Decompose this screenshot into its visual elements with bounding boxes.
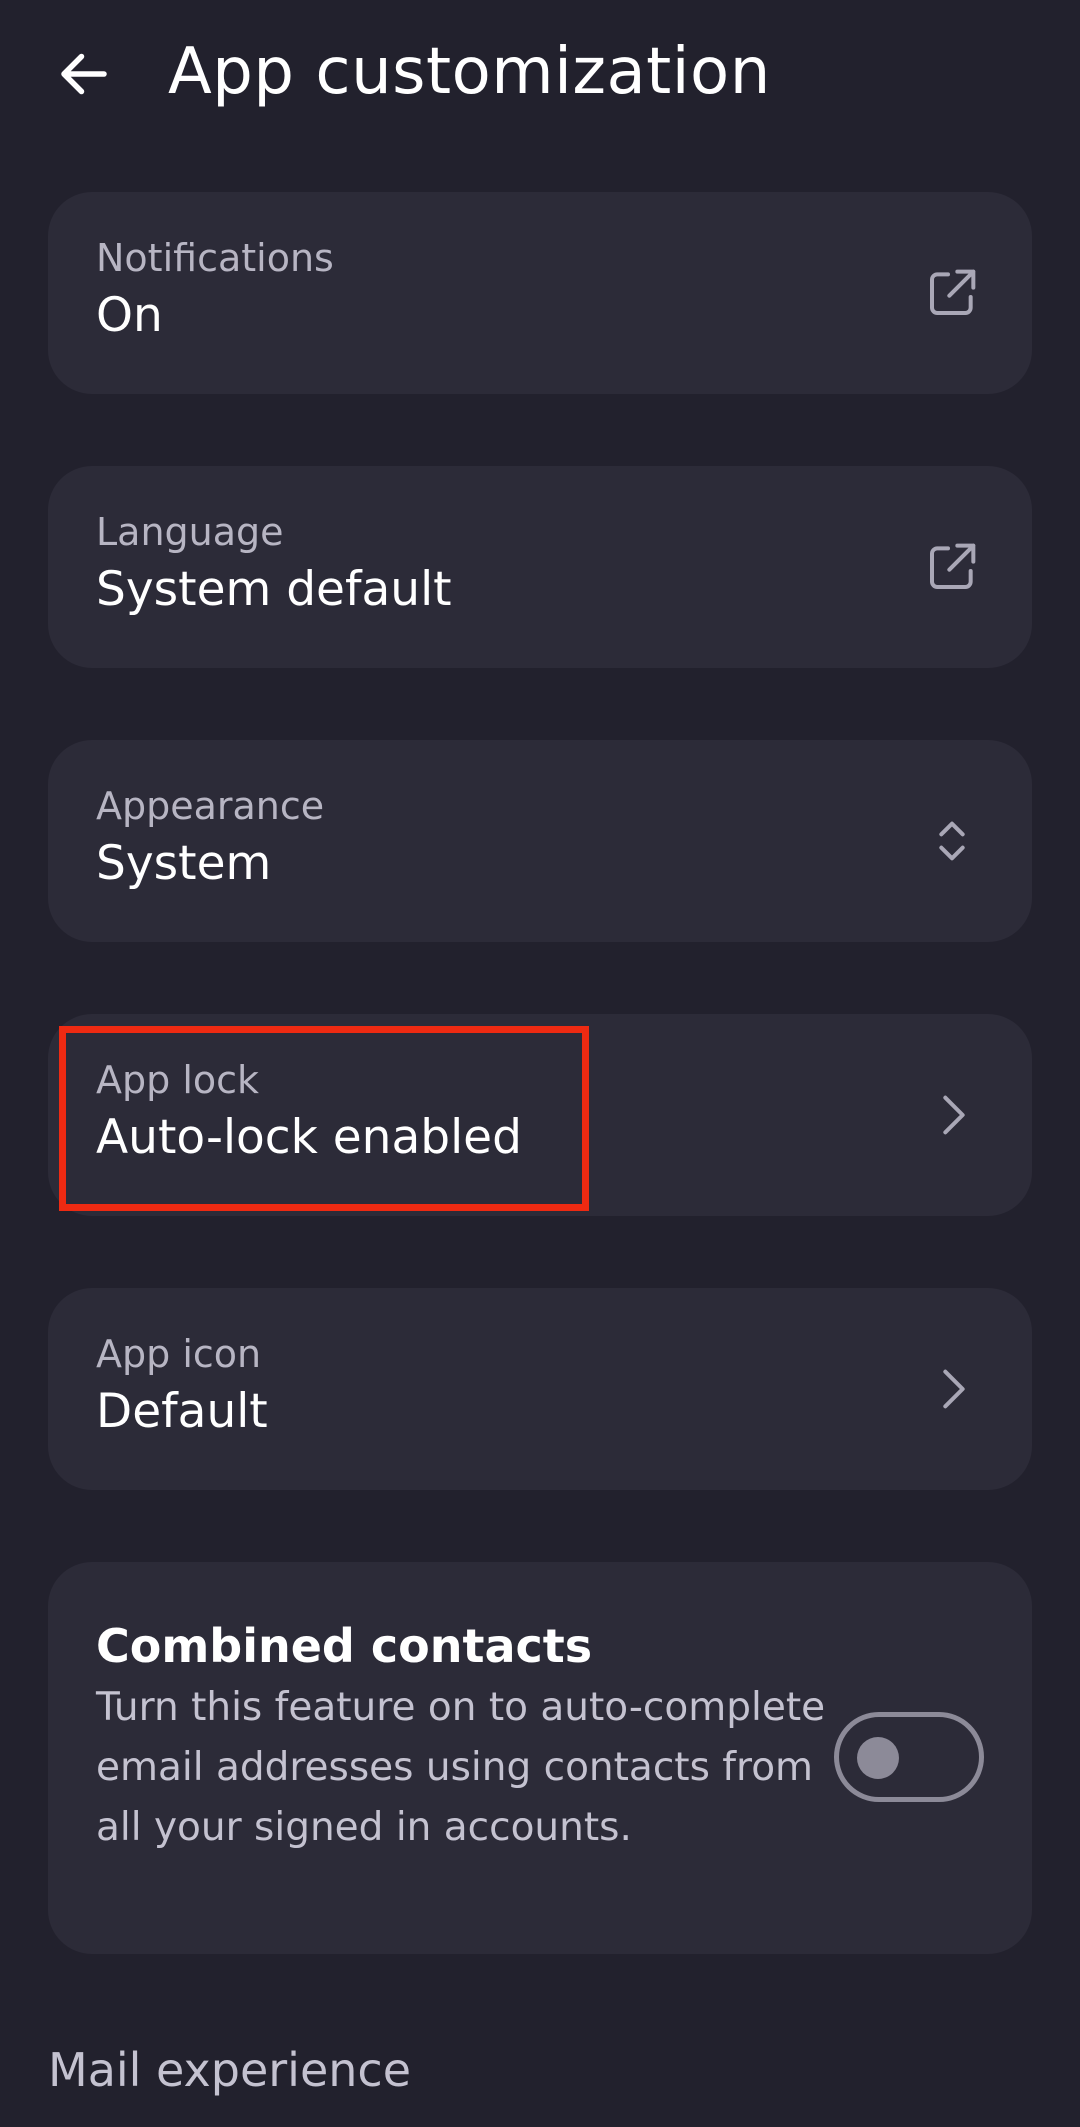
language-setting[interactable]: Language System default xyxy=(48,466,1032,668)
external-link-icon xyxy=(916,531,988,603)
notifications-label: Notifications xyxy=(96,236,334,280)
section-header-mail-experience: Mail experience xyxy=(48,2043,412,2097)
app-lock-label: App lock xyxy=(96,1058,260,1102)
arrow-back-icon xyxy=(61,53,107,95)
combined-contacts-title: Combined contacts xyxy=(96,1619,593,1673)
app-lock-value: Auto-lock enabled xyxy=(96,1110,522,1165)
language-value: System default xyxy=(96,562,452,617)
app-lock-setting[interactable]: App lock Auto-lock enabled xyxy=(48,1014,1032,1216)
combined-contacts-card: Combined contacts Turn this feature on t… xyxy=(48,1562,1032,1954)
app-customization-screen: App customization Notifications On Langu… xyxy=(0,0,1080,2127)
top-app-bar: App customization xyxy=(0,0,1080,150)
toggle-knob xyxy=(857,1737,899,1779)
notifications-value: On xyxy=(96,288,163,343)
notifications-setting[interactable]: Notifications On xyxy=(48,192,1032,394)
expand-collapse-icon xyxy=(916,805,988,877)
appearance-setting[interactable]: Appearance System xyxy=(48,740,1032,942)
chevron-right-icon xyxy=(916,1353,988,1425)
language-label: Language xyxy=(96,510,284,554)
page-title: App customization xyxy=(168,35,771,109)
appearance-value: System xyxy=(96,836,272,891)
app-icon-label: App icon xyxy=(96,1332,262,1376)
external-link-icon xyxy=(916,257,988,329)
chevron-right-icon xyxy=(916,1079,988,1151)
combined-contacts-toggle[interactable] xyxy=(834,1712,984,1802)
app-icon-value: Default xyxy=(96,1384,268,1439)
app-icon-setting[interactable]: App icon Default xyxy=(48,1288,1032,1490)
back-button[interactable] xyxy=(46,36,122,112)
appearance-label: Appearance xyxy=(96,784,325,828)
combined-contacts-description: Turn this feature on to auto-complete em… xyxy=(96,1685,826,1850)
